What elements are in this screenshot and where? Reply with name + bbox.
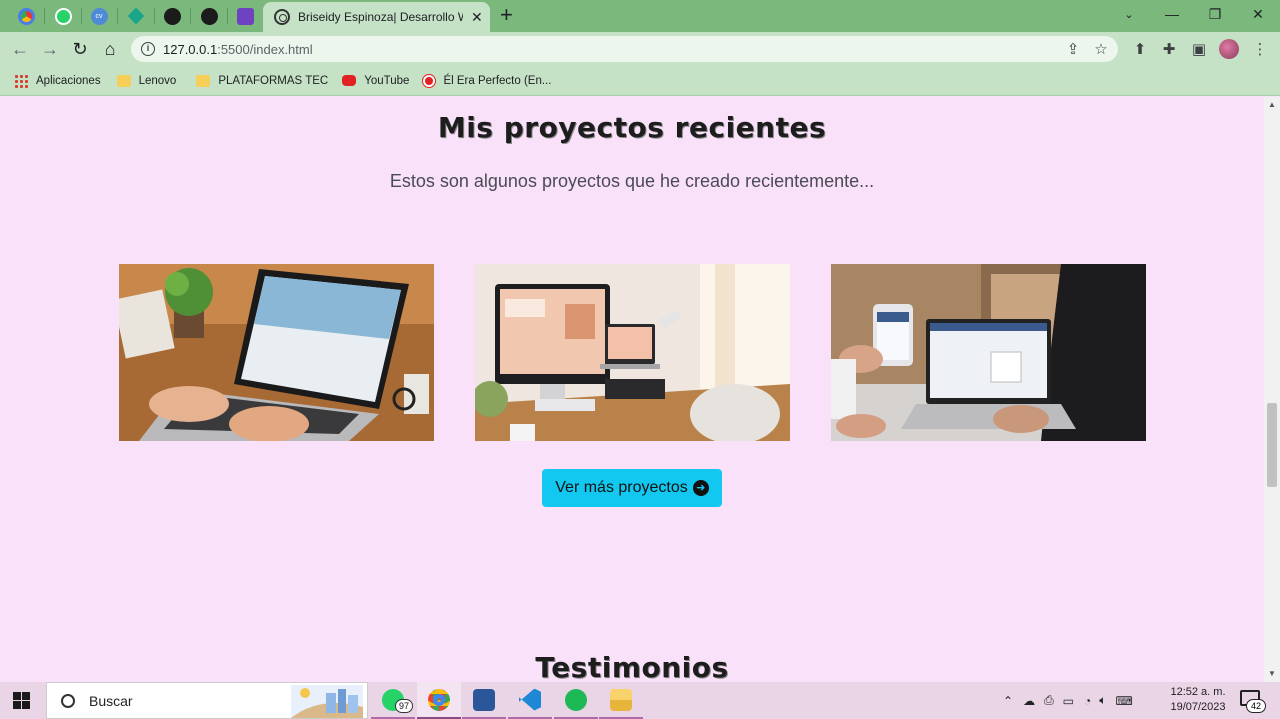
page-scrollbar[interactable]: ▲ ▼ bbox=[1264, 97, 1280, 682]
reload-icon[interactable]: ↻ bbox=[68, 37, 92, 61]
meet-now-icon[interactable]: ⎙ bbox=[1044, 693, 1054, 708]
close-window-button[interactable]: ✕ bbox=[1236, 0, 1280, 28]
bookmark-aplicaciones[interactable]: Aplicaciones bbox=[14, 73, 101, 88]
clock-date: 19/07/2023 bbox=[1170, 701, 1226, 713]
extensions-puzzle-icon[interactable]: ✚ bbox=[1159, 39, 1179, 59]
site-info-icon[interactable]: i bbox=[141, 42, 155, 56]
taskbar-clock[interactable]: 12:52 a. m. 19/07/2023 bbox=[1166, 685, 1230, 715]
menu-icon[interactable]: ⋮ bbox=[1250, 39, 1270, 59]
taskbar-chrome[interactable] bbox=[417, 682, 461, 719]
web-page: Mis proyectos recientes Estos son alguno… bbox=[0, 97, 1264, 682]
notification-count: 42 bbox=[1246, 699, 1266, 713]
github-icon bbox=[200, 7, 218, 25]
forms-icon bbox=[236, 7, 254, 25]
extension-upload-icon[interactable]: ⬆ bbox=[1130, 39, 1150, 59]
active-tab[interactable]: Briseidy Espinoza| Desarrollo Web ✕ bbox=[263, 2, 490, 32]
pinned-tab-diamond[interactable] bbox=[122, 4, 150, 28]
bookmarks-bar: Aplicaciones Lenovo PLATAFORMAS TEC YouT… bbox=[0, 66, 1280, 96]
more-projects-label: Ver más proyectos bbox=[555, 479, 688, 496]
taskbar-file-explorer[interactable] bbox=[599, 682, 643, 719]
youtube-icon bbox=[342, 75, 357, 86]
project-image-1[interactable] bbox=[119, 264, 434, 441]
chevron-up-icon[interactable]: ⌃ bbox=[1003, 694, 1013, 708]
cv-icon: cv bbox=[90, 7, 108, 25]
github-icon bbox=[163, 7, 181, 25]
pinned-tab-chrome[interactable] bbox=[12, 4, 40, 28]
clock-time: 12:52 a. m. bbox=[1170, 686, 1226, 698]
volume-icon[interactable]: 🔈︎ bbox=[1099, 693, 1106, 708]
new-tab-button[interactable]: + bbox=[500, 3, 513, 27]
projects-subtitle: Estos son algunos proyectos que he cread… bbox=[389, 171, 875, 191]
pinned-tab-whatsapp[interactable] bbox=[49, 4, 77, 28]
search-icon bbox=[61, 693, 75, 708]
whatsapp-icon bbox=[54, 7, 72, 25]
share-icon[interactable]: ⇪ bbox=[1063, 39, 1083, 59]
pinned-tab-forms[interactable] bbox=[231, 4, 259, 28]
browser-toolbar: ← → ↻ ⌂ i 127.0.0.1:5500/index.html ⇪ ☆ … bbox=[0, 32, 1280, 66]
minimize-button[interactable]: — bbox=[1150, 0, 1194, 28]
word-icon bbox=[473, 688, 495, 711]
restore-button[interactable]: ❐ bbox=[1193, 0, 1237, 28]
more-projects-button[interactable]: Ver más proyectos ➜ bbox=[542, 469, 722, 507]
globe-icon bbox=[274, 9, 290, 25]
taskbar-spotify[interactable] bbox=[554, 682, 598, 719]
taskbar-word[interactable] bbox=[462, 682, 506, 719]
taskbar-vscode[interactable] bbox=[508, 682, 552, 719]
chrome-icon bbox=[428, 688, 450, 711]
spotify-icon bbox=[565, 688, 587, 711]
windows-taskbar: Buscar 97 ⌃ ☁ ⎙ ▭ ◔ 🔈︎ ⌨ 12:52 a. m. 19/… bbox=[0, 682, 1280, 719]
search-highlight-illustration bbox=[291, 685, 363, 718]
whatsapp-badge: 97 bbox=[395, 699, 413, 713]
address-bar[interactable]: i 127.0.0.1:5500/index.html ⇪ ☆ bbox=[131, 36, 1118, 62]
keyboard-icon[interactable]: ⌨ bbox=[1115, 694, 1132, 708]
apps-grid-icon bbox=[14, 73, 28, 88]
pinned-tab-github-2[interactable] bbox=[195, 4, 223, 28]
scroll-up-icon[interactable]: ▲ bbox=[1268, 100, 1276, 109]
pinned-tab-github-1[interactable] bbox=[158, 4, 186, 28]
project-image-3[interactable] bbox=[831, 264, 1146, 441]
vscode-icon bbox=[519, 688, 541, 711]
scroll-down-icon[interactable]: ▼ bbox=[1268, 669, 1276, 678]
back-icon[interactable]: ← bbox=[8, 37, 32, 61]
bookmark-star-icon[interactable]: ☆ bbox=[1091, 39, 1111, 59]
folder-icon bbox=[116, 74, 131, 87]
forward-icon[interactable]: → bbox=[38, 37, 62, 61]
bookmark-plataformas-tec[interactable]: PLATAFORMAS TEC bbox=[196, 74, 328, 87]
url-text: 127.0.0.1:5500/index.html bbox=[163, 41, 313, 57]
pinned-tab-cv[interactable]: cv bbox=[85, 4, 113, 28]
home-icon[interactable]: ⌂ bbox=[98, 37, 122, 61]
chrome-icon bbox=[17, 7, 35, 25]
testimonials-heading: Testimonios bbox=[535, 651, 729, 682]
onedrive-cloud-icon[interactable]: ☁ bbox=[1023, 694, 1035, 708]
arrow-right-circle-icon: ➜ bbox=[692, 480, 709, 496]
bookmark-lenovo[interactable]: Lenovo bbox=[116, 74, 176, 87]
windows-start-icon[interactable] bbox=[13, 692, 30, 709]
taskbar-search-box[interactable]: Buscar bbox=[46, 682, 368, 719]
projects-heading: Mis proyectos recientes bbox=[437, 111, 827, 144]
search-placeholder: Buscar bbox=[89, 692, 133, 709]
project-image-2[interactable] bbox=[475, 264, 790, 441]
folder-icon bbox=[610, 688, 632, 711]
active-tab-title: Briseidy Espinoza| Desarrollo Web bbox=[298, 10, 463, 24]
tab-search-icon[interactable]: ⌄ bbox=[1107, 0, 1151, 28]
close-tab-icon[interactable]: ✕ bbox=[471, 9, 483, 26]
taskbar-whatsapp[interactable]: 97 bbox=[371, 682, 415, 719]
profile-avatar[interactable] bbox=[1219, 39, 1239, 59]
diamond-icon bbox=[127, 7, 145, 25]
scrollbar-thumb[interactable] bbox=[1267, 403, 1277, 487]
system-tray: ⌃ ☁ ⎙ ▭ ◔ 🔈︎ ⌨ bbox=[1003, 682, 1133, 719]
folder-icon bbox=[196, 74, 211, 87]
tab-strip: cv Briseidy Espinoza| Desarrollo Web ✕ +… bbox=[0, 0, 1280, 32]
battery-icon[interactable]: ▭ bbox=[1063, 694, 1074, 708]
side-panel-icon[interactable]: ▣ bbox=[1189, 39, 1209, 59]
bookmark-youtube[interactable]: YouTube bbox=[342, 75, 409, 87]
radio-icon bbox=[423, 74, 436, 87]
wifi-icon[interactable]: ◔ bbox=[1084, 694, 1091, 708]
bookmark-el-era-perfecto[interactable]: Él Era Perfecto (En... bbox=[423, 74, 551, 87]
